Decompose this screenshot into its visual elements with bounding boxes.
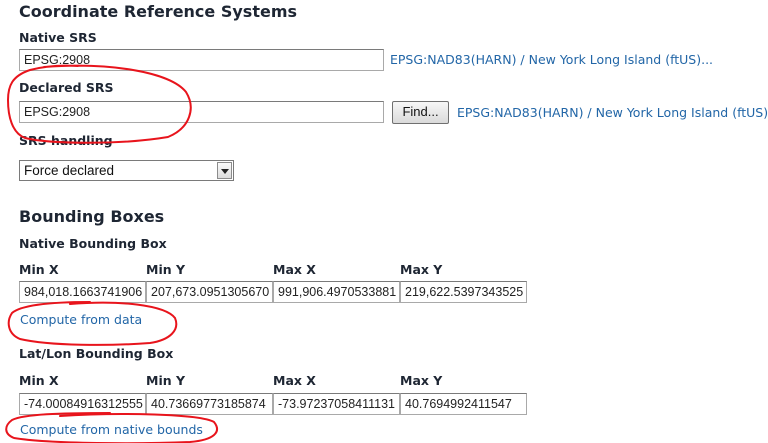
latlon-miny-header: Min Y	[146, 373, 186, 388]
find-srs-button[interactable]: Find...	[392, 101, 449, 124]
latlon-miny-field[interactable]: 40.73669773185874	[146, 393, 273, 415]
srs-handling-label: SRS handling	[19, 133, 113, 148]
native-minx-header: Min X	[19, 262, 59, 277]
latlon-maxx-field[interactable]: -73.97237058411131	[273, 393, 400, 415]
latlon-bbox-label: Lat/Lon Bounding Box	[19, 346, 174, 361]
native-srs-description-link[interactable]: EPSG:NAD83(HARN) / New York Long Island …	[390, 52, 713, 67]
native-maxx-header: Max X	[273, 262, 316, 277]
compute-from-data-link[interactable]: Compute from data	[20, 312, 142, 327]
latlon-maxx-header: Max X	[273, 373, 316, 388]
chevron-down-icon[interactable]	[217, 162, 232, 179]
crs-section-title: Coordinate Reference Systems	[19, 2, 298, 21]
declared-srs-field[interactable]: EPSG:2908	[19, 101, 384, 123]
latlon-minx-field[interactable]: -74.00084916312555	[19, 393, 146, 415]
native-srs-field[interactable]: EPSG:2908	[19, 49, 384, 71]
compute-from-native-bounds-link[interactable]: Compute from native bounds	[20, 422, 203, 437]
native-maxx-field[interactable]: 991,906.4970533881	[273, 281, 400, 303]
declared-srs-description-link[interactable]: EPSG:NAD83(HARN) / New York Long Island …	[457, 105, 768, 120]
native-miny-field[interactable]: 207,673.0951305670	[146, 281, 273, 303]
native-miny-header: Min Y	[146, 262, 186, 277]
native-minx-field[interactable]: 984,018.1663741906	[19, 281, 146, 303]
bbox-section-title: Bounding Boxes	[19, 207, 165, 226]
latlon-maxy-header: Max Y	[400, 373, 443, 388]
srs-handling-select[interactable]: Force declared	[19, 160, 234, 181]
native-bbox-label: Native Bounding Box	[19, 236, 167, 251]
native-maxy-field[interactable]: 219,622.5397343525	[400, 281, 527, 303]
latlon-minx-header: Min X	[19, 373, 59, 388]
latlon-maxy-field[interactable]: 40.7694992411547	[400, 393, 527, 415]
declared-srs-label: Declared SRS	[19, 80, 114, 95]
native-maxy-header: Max Y	[400, 262, 443, 277]
srs-handling-value: Force declared	[24, 163, 115, 178]
native-srs-label: Native SRS	[19, 30, 97, 45]
